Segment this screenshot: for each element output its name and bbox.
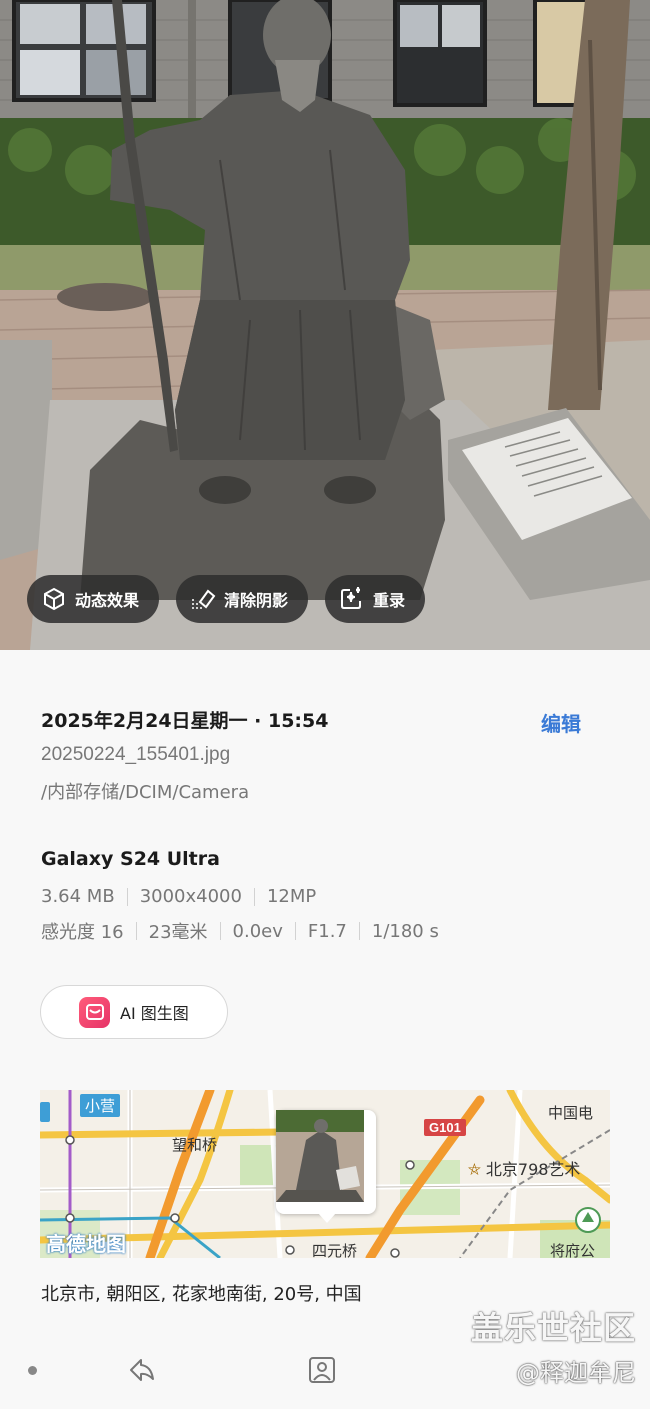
spec-divider bbox=[358, 922, 360, 940]
statue-photo bbox=[0, 0, 650, 650]
nav-indicator-dot bbox=[28, 1366, 37, 1375]
map-label-gaode: 高德地图 bbox=[46, 1232, 126, 1256]
pin-pointer bbox=[318, 1213, 336, 1223]
resolution: 3000x4000 bbox=[139, 886, 242, 907]
rerecord-chip[interactable]: 重录 bbox=[325, 575, 426, 623]
remove-shadow-chip[interactable]: 清除阴影 bbox=[176, 575, 309, 623]
capture-datetime: 2025年2月24日星期一 · 15:54 bbox=[41, 710, 329, 732]
file-name: 20250224_155401.jpg bbox=[41, 744, 231, 765]
file-specs: 3.64 MB 3000x4000 12MP bbox=[41, 886, 316, 907]
shutter-speed: 1/180 s bbox=[371, 920, 439, 942]
pin-thumbnail bbox=[276, 1110, 370, 1208]
megapixels: 12MP bbox=[266, 886, 317, 907]
spec-divider bbox=[253, 887, 255, 906]
focal-length: 23毫米 bbox=[148, 922, 208, 943]
device-model: Galaxy S24 Ultra bbox=[41, 848, 220, 870]
map-label-798-art: ⛤ 北京798艺术 bbox=[468, 1156, 580, 1180]
map-label-china-telecom: 中国电 bbox=[548, 1104, 594, 1122]
sparkle-rerecord-icon bbox=[341, 586, 362, 609]
portrait-icon[interactable] bbox=[307, 1355, 337, 1385]
camera-specs: 感光度 16 23毫米 0.0ev F1.7 1/180 s bbox=[41, 918, 439, 944]
remove-shadow-label: 清除阴影 bbox=[224, 591, 289, 610]
details-panel: 2025年2月24日星期一 · 15:54 编辑 20250224_155401… bbox=[0, 650, 650, 1409]
ai-image-icon bbox=[79, 996, 110, 1028]
edit-button[interactable]: 编辑 bbox=[541, 708, 581, 737]
spec-divider bbox=[126, 887, 128, 906]
map-label-edge: ​ bbox=[40, 1102, 50, 1122]
map-label-sihuan: 四元桥 bbox=[312, 1242, 358, 1258]
map-label-wanghe: 望和桥 bbox=[172, 1136, 218, 1154]
ai-button-label: AI 图生图 bbox=[120, 1004, 189, 1023]
eraser-shadow-icon bbox=[192, 589, 216, 609]
map-label-g101: G101 bbox=[424, 1119, 466, 1136]
poi-icon: ⛤ bbox=[468, 1160, 486, 1179]
exposure-value: 0.0ev bbox=[232, 920, 283, 942]
rerecord-label: 重录 bbox=[373, 591, 406, 610]
share-icon[interactable] bbox=[127, 1355, 157, 1385]
watermark-community: 盖乐世社区 bbox=[470, 1309, 636, 1347]
photo-address: 北京市, 朝阳区, 花家地南街, 20号, 中国 bbox=[41, 1284, 362, 1305]
photo-location-pin[interactable] bbox=[276, 1110, 376, 1214]
motion-effect-label: 动态效果 bbox=[75, 591, 140, 610]
map-label-xiaoying: 小营 bbox=[80, 1094, 121, 1117]
file-path: /内部存储/DCIM/Camera bbox=[41, 782, 250, 803]
ai-image-to-image-button[interactable]: AI 图生图 bbox=[40, 985, 228, 1039]
motion-effect-chip[interactable]: 动态效果 bbox=[27, 575, 160, 623]
aperture: F1.7 bbox=[307, 920, 347, 942]
watermark-author: @释迦牟尼 bbox=[516, 1359, 636, 1387]
spec-divider bbox=[219, 922, 221, 940]
cube-motion-icon bbox=[44, 587, 64, 611]
iso-value: 感光度 16 bbox=[41, 922, 124, 943]
photo-viewer[interactable]: 动态效果 清除阴影 重录 bbox=[0, 0, 650, 650]
photo-action-chips: 动态效果 清除阴影 重录 bbox=[27, 575, 426, 623]
map-label-jiangfu: 将府公 bbox=[550, 1242, 596, 1258]
spec-divider bbox=[294, 922, 296, 940]
file-size: 3.64 MB bbox=[41, 886, 115, 907]
spec-divider bbox=[135, 922, 137, 940]
map-label-798-text: 北京798艺术 bbox=[485, 1160, 581, 1179]
location-map[interactable]: ​ 小营 望和桥 G101 中国电 ⛤ 北京798艺术 高德地图 四元桥 将府公 bbox=[40, 1090, 610, 1258]
